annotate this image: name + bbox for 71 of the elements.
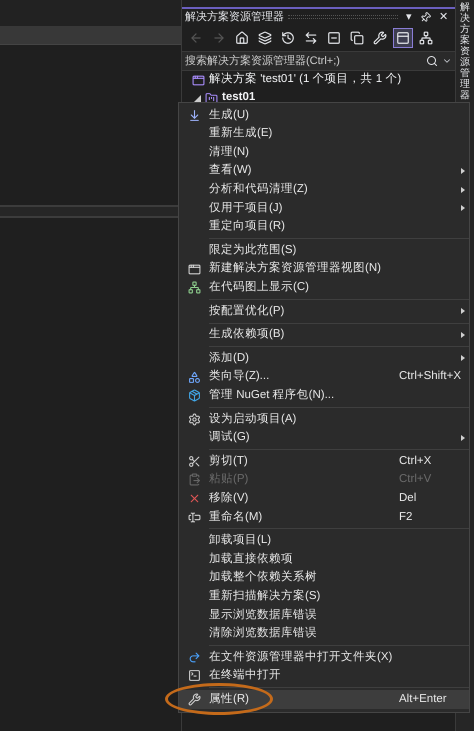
- menu-item[interactable]: 新建解决方案资源管理器视图(N): [179, 260, 469, 278]
- submenu-arrow-icon: [461, 168, 465, 174]
- menu-item[interactable]: 显示浏览数据库错误: [179, 606, 469, 624]
- search-icon: [426, 55, 438, 67]
- close-button[interactable]: ✕: [435, 8, 452, 26]
- menu-item[interactable]: 剪切(T) Ctrl+X: [179, 452, 469, 471]
- terminal-icon: [188, 669, 200, 682]
- menu-item[interactable]: 添加(D): [179, 349, 469, 368]
- menu-item[interactable]: 清除浏览数据库错误: [179, 624, 469, 644]
- curved-arrow-icon: [188, 650, 200, 664]
- submenu-arrow-icon: [461, 434, 465, 441]
- wrench-icon: [373, 31, 387, 45]
- menu-item[interactable]: 调试(G): [179, 428, 469, 448]
- sync-arrows-icon: [304, 31, 318, 45]
- cross-icon: [188, 492, 200, 506]
- download-icon: [188, 108, 200, 122]
- menu-item[interactable]: 管理 NuGet 程序包(N)...: [179, 386, 469, 405]
- menu-item[interactable]: 加载整个依赖关系树: [179, 568, 469, 588]
- submenu-arrow-icon: [461, 308, 465, 314]
- menu-item[interactable]: 重新生成(E): [179, 124, 469, 144]
- copy-icon: [350, 31, 364, 45]
- scissors-icon: [188, 454, 200, 468]
- menu-item[interactable]: 重定向项目(R): [179, 218, 469, 236]
- menu-item[interactable]: 重命名(M) F2: [179, 508, 469, 526]
- layers-icon: [258, 31, 272, 45]
- menu-item[interactable]: 查看(W): [179, 162, 469, 180]
- collapse-icon: [327, 31, 341, 45]
- package-icon: [188, 389, 200, 402]
- gear-icon: [188, 412, 200, 426]
- menu-item[interactable]: 移除(V) Del: [179, 489, 469, 508]
- menu-item[interactable]: 属性(R) Alt+Enter: [179, 690, 469, 709]
- project-icon: [205, 92, 218, 104]
- solution-icon: [192, 74, 205, 86]
- wrench-icon: [188, 693, 200, 706]
- submenu-arrow-icon: [461, 186, 465, 193]
- clipboard-icon: [188, 473, 200, 486]
- shapes-icon: [188, 370, 200, 384]
- diagram-icon: [188, 281, 200, 294]
- menu-item[interactable]: 设为启动项目(A): [179, 410, 469, 428]
- menu-item[interactable]: 类向导(Z)... Ctrl+Shift+X: [179, 368, 469, 386]
- menu-item[interactable]: 生成依赖项(B): [179, 326, 469, 344]
- window-icon: [188, 262, 200, 276]
- menu-item[interactable]: 分析和代码清理(Z): [179, 180, 469, 199]
- submenu-arrow-icon: [461, 355, 465, 362]
- menu-item[interactable]: 按配置优化(P): [179, 302, 469, 321]
- home-icon: [235, 31, 249, 45]
- history-icon: [281, 31, 295, 45]
- expanded-arrow-icon: [194, 94, 201, 102]
- submenu-arrow-icon: [461, 205, 465, 212]
- menu-item[interactable]: 在文件资源管理器中打开文件夹(X): [179, 648, 469, 667]
- preview-icon: [396, 31, 410, 45]
- menu-item[interactable]: 在代码图上显示(C): [179, 278, 469, 297]
- tree-item[interactable]: test01: [182, 89, 455, 107]
- tree-item[interactable]: 解决方案 'test01' (1 个项目，共 1 个): [182, 71, 455, 89]
- menu-item[interactable]: 重新扫描解决方案(S): [179, 587, 469, 606]
- submenu-arrow-icon: [461, 332, 465, 338]
- menu-item[interactable]: 仅用于项目(J): [179, 198, 469, 218]
- menu-item[interactable]: 生成(U): [179, 106, 469, 125]
- menu-item[interactable]: 在终端中打开: [179, 666, 469, 686]
- menu-item[interactable]: 加载直接依赖项: [179, 550, 469, 569]
- search-field[interactable]: 搜索解决方案资源管理器(Ctrl+;): [182, 51, 455, 71]
- panel-title: 解决方案资源管理器: [185, 10, 284, 25]
- forward-arrow-icon: [212, 31, 226, 45]
- menu-item[interactable]: 限定为此范围(S): [179, 241, 469, 260]
- back-arrow-icon: [189, 31, 203, 45]
- menu-item[interactable]: 清理(N): [179, 143, 469, 162]
- dropdown-button[interactable]: ▾: [402, 8, 416, 26]
- diagram-icon: [419, 31, 433, 45]
- text-cursor-icon: [188, 510, 200, 524]
- preview-button[interactable]: [393, 28, 413, 48]
- menu-item[interactable]: 卸载项目(L): [179, 531, 469, 550]
